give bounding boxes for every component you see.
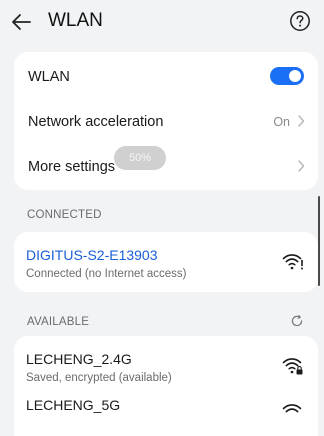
connected-card: DIGITUS-S2-E13903 Connected (no Internet… [14, 232, 318, 292]
scrollbar[interactable] [318, 196, 320, 286]
wifi-lock-icon [282, 358, 303, 375]
chevron-right-icon [298, 160, 305, 172]
more-settings-row[interactable]: More settings [14, 144, 318, 188]
more-settings-label: More settings [28, 159, 116, 175]
network-acceleration-label: Network acceleration [28, 114, 164, 130]
wifi-icon [282, 404, 302, 413]
network-status: Saved, encrypted (available) [26, 372, 172, 384]
network-name: LECHENG_5G [26, 397, 121, 413]
toggle-knob [289, 70, 301, 82]
wifi-no-internet-icon [282, 254, 303, 270]
network-status: Connected (no Internet access) [26, 268, 187, 280]
available-network-row[interactable]: LECHENG_5G [14, 386, 318, 436]
chevron-right-icon [298, 115, 305, 127]
page-title: WLAN [48, 10, 103, 31]
network-acceleration-value: On [273, 115, 290, 129]
wlan-toggle[interactable] [270, 67, 304, 85]
settings-card: WLAN Network acceleration On More settin… [14, 52, 318, 190]
wlan-toggle-row[interactable]: WLAN [14, 54, 318, 98]
network-acceleration-row[interactable]: Network acceleration On [14, 99, 318, 143]
section-label-connected: CONNECTED [27, 209, 102, 221]
available-card: LECHENG_2.4G Saved, encrypted (available… [14, 336, 318, 436]
wlan-label: WLAN [28, 69, 70, 85]
section-label-available: AVAILABLE [27, 316, 90, 328]
network-name: LECHENG_2.4G [26, 351, 132, 367]
available-network-row[interactable]: LECHENG_2.4G Saved, encrypted (available… [14, 340, 318, 392]
zoom-indicator: 50% [114, 146, 166, 170]
refresh-icon[interactable] [290, 314, 304, 328]
app-header: WLAN [0, 0, 324, 46]
question-circle-icon[interactable] [289, 10, 311, 32]
connected-network-row[interactable]: DIGITUS-S2-E13903 Connected (no Internet… [14, 236, 318, 288]
network-name: DIGITUS-S2-E13903 [26, 247, 158, 263]
arrow-left-icon[interactable] [10, 10, 34, 34]
